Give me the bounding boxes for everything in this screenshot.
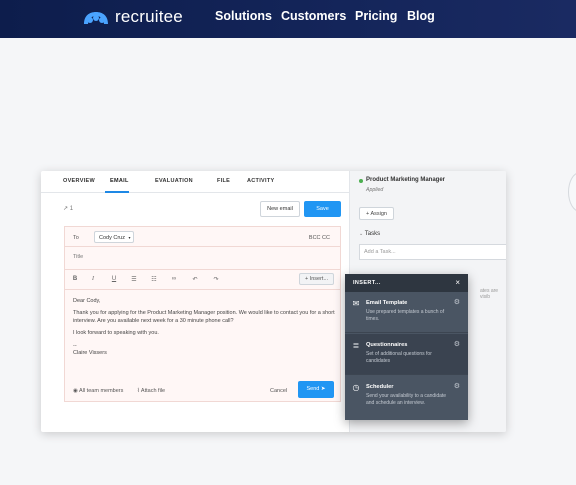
bullet-list-icon[interactable]: ☰ [129,276,139,283]
partially-hidden-text: ates are visib [480,288,499,300]
job-title[interactable]: Product Marketing Manager [366,177,445,183]
email-composer: To Cody Cruz ▾ BCC CC Title B I U ☰ ☷ ∞ … [64,226,341,402]
tab-overview[interactable]: OVERVIEW [63,178,95,184]
insert-item-description: Set of additional questions for candidat… [366,351,432,364]
new-email-button[interactable]: New email [260,201,300,217]
candidate-tabs: OVERVIEW EMAIL EVALUATION FILE ACTIVITY [41,171,351,193]
signature: Claire Vissers [73,350,107,357]
insert-menu-title: INSERT... [353,280,381,286]
attach-file-button[interactable]: ⌇ Attach file [137,388,165,394]
insert-item-name: Questionnaires [366,342,408,348]
format-toolbar: B I U ☰ ☷ ∞ ↶ ↷ + Insert... [65,270,340,290]
paperclip-icon: ⌇ [137,388,140,394]
title-field[interactable]: Title [73,254,83,260]
to-row: To Cody Cruz ▾ BCC CC [65,227,340,247]
chevron-down-icon: ▾ [128,235,131,240]
send-icon: ➤ [320,386,326,392]
clock-icon: ◷ [352,383,360,392]
greeting-text: Dear Cody, [73,298,101,304]
tab-activity[interactable]: ACTIVITY [247,178,274,184]
undo-icon[interactable]: ↶ [190,276,200,283]
candidate-stage: Applied [366,187,384,193]
nav-link-blog[interactable]: Blog [407,9,435,23]
insert-item-name: Scheduler [366,384,394,390]
insert-item-email-template[interactable]: ✉ Email Template Use prepared templates … [345,292,468,333]
italic-icon[interactable]: I [88,276,98,282]
body-paragraph: Thank you for applying for the Product M… [73,310,335,324]
nav-link-solutions[interactable]: Solutions [215,9,272,23]
insert-menu: INSERT... × ✉ Email Template Use prepare… [345,274,468,420]
tab-evaluation[interactable]: EVALUATION [155,178,193,184]
expand-icon: ↗ [63,206,69,212]
recruitee-logo[interactable]: recruitee [82,6,183,28]
visibility-selector[interactable]: ◉ All team members [73,388,123,394]
list-icon: ≣ [352,341,360,350]
edge-decoration [568,172,576,212]
gear-icon[interactable]: ⚙ [454,382,460,390]
signature-separator: -- [73,342,77,349]
title-row[interactable]: Title [65,247,340,270]
gear-icon[interactable]: ⚙ [454,340,460,348]
to-label: To [73,235,79,241]
insert-button[interactable]: + Insert... [299,273,334,285]
link-icon[interactable]: ∞ [169,276,179,282]
numbered-list-icon[interactable]: ☷ [149,276,159,283]
insert-item-description: Use prepared templates a bunch of times. [366,309,445,322]
bold-icon[interactable]: B [70,276,80,282]
close-icon[interactable]: × [455,278,460,287]
envelope-icon: ✉ [352,299,360,308]
tab-email[interactable]: EMAIL [110,178,129,184]
assign-button[interactable]: + Assign [359,207,394,220]
add-task-input[interactable]: Add a Task... [359,244,506,260]
nav-link-pricing[interactable]: Pricing [355,9,397,23]
send-button[interactable]: Send ➤ [298,381,334,398]
insert-item-name: Email Template [366,300,408,306]
redo-icon[interactable]: ↷ [211,276,221,283]
email-body[interactable]: Dear Cody, Thank you for applying for th… [73,298,335,357]
recipient-select[interactable]: Cody Cruz ▾ [94,231,134,243]
underline-icon[interactable]: U [109,276,119,282]
active-tab-indicator [105,191,129,193]
insert-item-description: Send your availability to a candidate an… [366,393,447,406]
status-dot [359,179,363,183]
insert-item-questionnaires[interactable]: ≣ Questionnaires Set of additional quest… [345,334,468,375]
insert-item-scheduler[interactable]: ◷ Scheduler Send your availability to a … [345,376,468,417]
gear-icon[interactable]: ⚙ [454,298,460,306]
save-button[interactable]: Save [304,201,341,217]
top-navigation: recruitee Solutions Customers Pricing Bl… [0,0,576,38]
thread-counter: ↗ 1 [63,206,74,212]
logo-icon [84,12,108,24]
bcc-cc-toggle[interactable]: BCC CC [309,235,330,241]
body-paragraph: I look forward to speaking with you. [73,330,159,337]
chevron-down-icon: ⌄ [359,231,364,237]
logo-text: recruitee [115,7,183,26]
nav-link-customers[interactable]: Customers [281,9,346,23]
tab-file[interactable]: FILE [217,178,230,184]
tasks-heading[interactable]: ⌄ Tasks [359,231,380,237]
cancel-button[interactable]: Cancel [270,388,287,394]
eye-icon: ◉ [73,388,78,394]
insert-menu-header: INSERT... × [345,274,468,292]
